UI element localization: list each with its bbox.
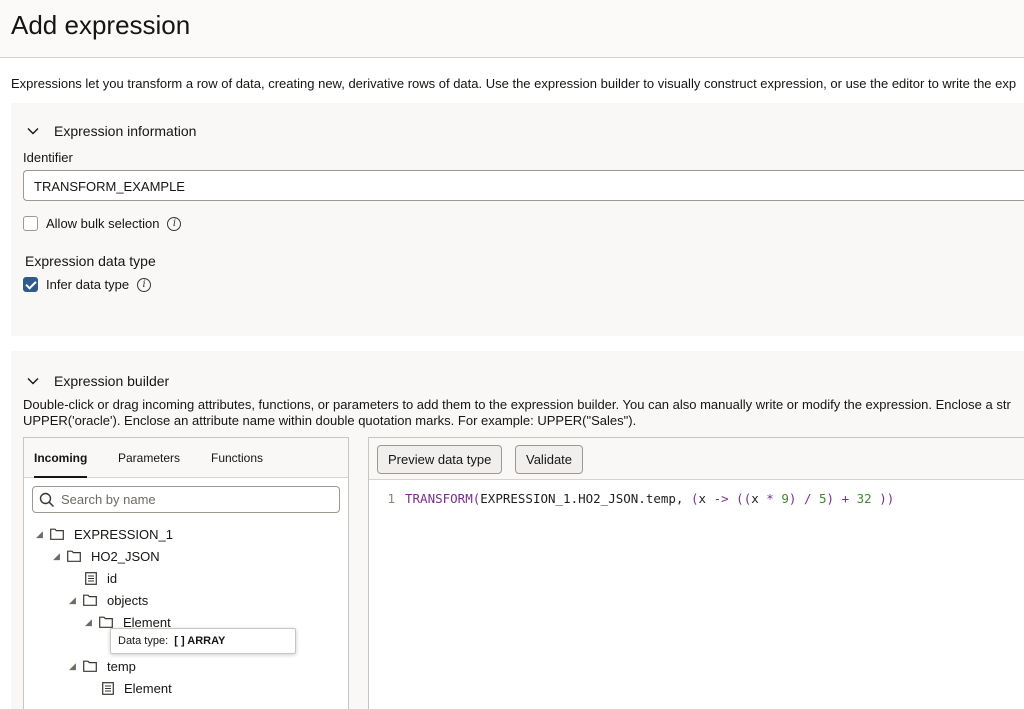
chevron-down-icon [27, 128, 39, 135]
code-paren: ( [690, 490, 699, 506]
infer-data-type-row: Infer data type i [23, 277, 152, 292]
search-icon [39, 492, 55, 507]
tree-item-label: objects [107, 592, 149, 608]
expand-triangle-icon[interactable]: ◢ [69, 595, 83, 606]
expand-triangle-icon[interactable]: ◢ [69, 661, 83, 672]
tab-bar: Incoming Parameters Functions [24, 438, 348, 478]
code-path: EXPRESSION_1.HO2_JSON.temp, [480, 490, 691, 506]
chevron-down-icon [27, 378, 39, 385]
folder-icon [67, 550, 81, 562]
attribute-icon [102, 681, 114, 695]
section-title: Expression builder [54, 373, 170, 389]
editor-toolbar: Preview data type Validate [369, 438, 1024, 480]
expand-triangle-icon[interactable]: ◢ [36, 529, 50, 540]
expression-information-panel: Expression information Identifier TRANSF… [11, 103, 1024, 336]
tree-item-label: EXPRESSION_1 [74, 526, 173, 542]
code-var: x [698, 490, 714, 506]
tree-item-objects[interactable]: ◢ objects [69, 590, 148, 610]
code-var: x [751, 490, 767, 506]
search-input[interactable]: Search by name [32, 486, 340, 513]
folder-icon [83, 594, 97, 606]
code-operator: * [766, 490, 774, 506]
preview-data-type-button[interactable]: Preview data type [377, 445, 503, 474]
tooltip-value: [ ] ARRAY [174, 635, 226, 647]
intro-text: Expressions let you transform a row of d… [11, 76, 1017, 91]
section-title: Expression information [54, 123, 197, 139]
tree-item-id[interactable]: id [85, 568, 117, 588]
folder-icon [50, 528, 64, 540]
expression-editor-pane: Preview data type Validate 1 TRANSFORM(EX… [368, 437, 1024, 709]
allow-bulk-selection-row: Allow bulk selection i [23, 216, 182, 231]
code-paren: ) [826, 490, 842, 506]
code-paren: )) [871, 490, 895, 506]
tree-item-temp-element[interactable]: Element [102, 678, 172, 698]
expand-triangle-icon[interactable]: ◢ [53, 551, 67, 562]
identifier-input[interactable]: TRANSFORM_EXAMPLE [23, 170, 1024, 201]
code-paren: (( [728, 490, 752, 506]
tab-incoming[interactable]: Incoming [34, 438, 88, 478]
incoming-pane: Incoming Parameters Functions Search by … [23, 437, 349, 709]
data-type-tooltip: Data type: [ ] ARRAY [110, 628, 296, 654]
code-number: 32 [849, 490, 872, 506]
infer-data-type-checkbox[interactable] [23, 277, 38, 292]
tooltip-prefix: Data type: [118, 635, 169, 647]
info-icon[interactable]: i [137, 277, 152, 292]
code-editor-line[interactable]: 1 TRANSFORM(EXPRESSION_1.HO2_JSON.temp, (… [369, 488, 1024, 508]
tree-item-expression-1[interactable]: ◢ EXPRESSION_1 [36, 524, 173, 544]
tab-functions[interactable]: Functions [211, 438, 263, 478]
expand-triangle-icon[interactable]: ◢ [85, 617, 99, 628]
title-bar: Add expression [0, 0, 1024, 58]
code-arrow: -> [713, 490, 729, 506]
tree-item-ho2-json[interactable]: ◢ HO2_JSON [53, 546, 160, 566]
expression-builder-header[interactable]: Expression builder [27, 373, 169, 389]
code-number: 9 [773, 490, 789, 506]
code-number: 5 [811, 490, 827, 506]
line-number: 1 [387, 490, 395, 506]
folder-icon [83, 660, 97, 672]
page-title: Add expression [11, 10, 191, 40]
tree-item-temp[interactable]: ◢ temp [69, 656, 136, 676]
code-paren: ) [788, 490, 804, 506]
attribute-icon [85, 571, 97, 585]
info-icon[interactable]: i [167, 216, 182, 231]
code-operator: / [803, 490, 812, 506]
builder-description: Double-click or drag incoming attributes… [23, 397, 1024, 429]
search-placeholder: Search by name [61, 492, 156, 507]
tree-item-label: temp [107, 658, 136, 674]
tree-item-label: id [107, 570, 118, 586]
folder-icon [99, 616, 113, 628]
allow-bulk-selection-label: Allow bulk selection [46, 216, 160, 231]
tree-item-label: HO2_JSON [91, 548, 160, 564]
tab-parameters[interactable]: Parameters [118, 438, 180, 478]
code-function: TRANSFORM [405, 490, 473, 506]
code-operator: + [841, 490, 850, 506]
expression-builder-panel: Expression builder Double-click or drag … [11, 351, 1024, 709]
expression-information-header[interactable]: Expression information [27, 123, 196, 139]
validate-button[interactable]: Validate [515, 445, 584, 474]
tree-item-label: Element [124, 680, 172, 696]
builder-description-line-1: Double-click or drag incoming attributes… [23, 397, 1011, 412]
expression-data-type-heading: Expression data type [25, 253, 156, 269]
infer-data-type-label: Infer data type [46, 277, 130, 292]
allow-bulk-selection-checkbox[interactable] [23, 216, 38, 231]
identifier-label: Identifier [23, 150, 73, 165]
builder-description-line-2: UPPER('oracle'). Enclose an attribute na… [23, 413, 637, 428]
code-paren: ( [472, 490, 481, 506]
